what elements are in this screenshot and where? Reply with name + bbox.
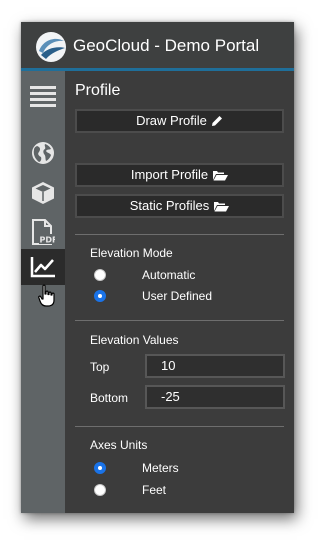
bottom-elevation-input[interactable]: -25: [145, 385, 285, 409]
sidebar-item-3d[interactable]: [21, 175, 65, 211]
pdf-icon: PDF: [32, 219, 56, 245]
app-window: GeoCloud - Demo Portal PDF Profile Draw …: [21, 22, 294, 513]
sidebar-item-pdf[interactable]: PDF: [21, 214, 65, 250]
divider: [75, 426, 284, 427]
folder-open-icon: [213, 171, 229, 181]
radio-button[interactable]: [94, 269, 106, 281]
radio-meters[interactable]: Meters: [94, 460, 274, 476]
top-elevation-input[interactable]: 10: [145, 354, 285, 378]
radio-feet[interactable]: Feet: [94, 482, 274, 498]
globe-icon: [32, 142, 54, 164]
hand-cursor-icon: [38, 284, 55, 307]
pencil-icon: [211, 116, 222, 126]
axes-units-label: Axes Units: [90, 438, 148, 452]
divider: [75, 320, 284, 321]
static-profiles-button[interactable]: Static Profiles: [75, 194, 284, 218]
top-label: Top: [90, 360, 110, 374]
chart-line-icon: [30, 257, 55, 278]
folder-open-icon: [214, 202, 230, 212]
radio-label-user-defined: User Defined: [142, 289, 213, 303]
radio-user-defined[interactable]: User Defined: [94, 288, 274, 304]
pdf-icon-label: PDF: [40, 236, 56, 245]
divider: [75, 234, 284, 235]
radio-button[interactable]: [94, 484, 106, 496]
bottom-label: Bottom: [90, 391, 129, 405]
radio-label-meters: Meters: [142, 461, 179, 475]
sidebar-item-globe[interactable]: [21, 135, 65, 171]
elevation-mode-label: Elevation Mode: [90, 246, 173, 260]
profile-panel: Profile Draw Profile Import Profile Stat…: [65, 71, 294, 513]
radio-automatic[interactable]: Automatic: [94, 267, 274, 283]
static-profiles-label: Static Profiles: [129, 198, 210, 213]
radio-button-checked[interactable]: [94, 462, 106, 474]
radio-label-automatic: Automatic: [142, 268, 196, 282]
import-profile-button[interactable]: Import Profile: [75, 163, 284, 187]
geocloud-logo: [36, 32, 66, 62]
layers-icon: [30, 86, 56, 107]
cube-icon: [32, 182, 54, 204]
import-profile-label: Import Profile: [130, 167, 209, 182]
draw-profile-label: Draw Profile: [136, 113, 207, 128]
sidebar-item-layers[interactable]: [21, 78, 65, 114]
sidebar: PDF: [21, 71, 65, 513]
app-title: GeoCloud - Demo Portal: [73, 36, 260, 55]
draw-profile-button[interactable]: Draw Profile: [75, 109, 284, 133]
sidebar-item-profile[interactable]: [21, 249, 65, 285]
panel-title: Profile: [75, 82, 121, 99]
radio-label-feet: Feet: [142, 483, 167, 497]
app-header: GeoCloud - Demo Portal: [21, 22, 294, 71]
radio-button-checked[interactable]: [94, 290, 106, 302]
elevation-values-label: Elevation Values: [90, 333, 179, 347]
